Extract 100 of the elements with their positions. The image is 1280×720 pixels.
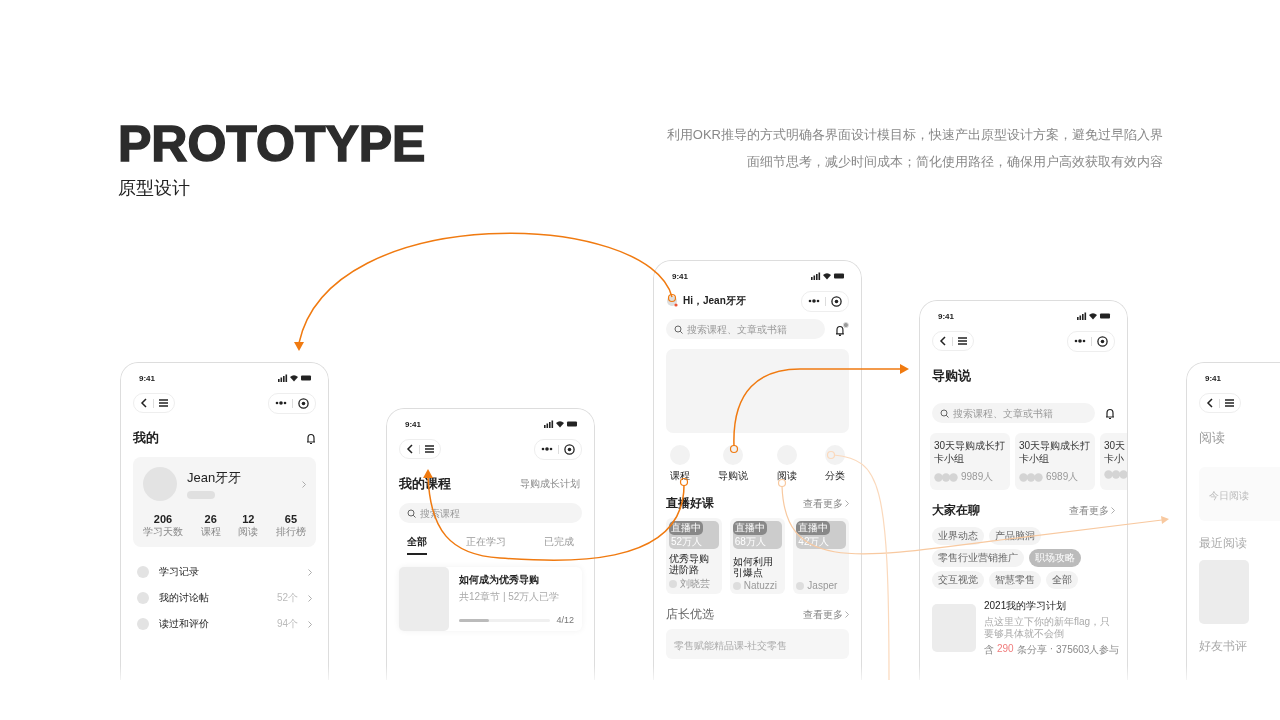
- menu-icon[interactable]: [159, 399, 168, 407]
- stat-label: 课程: [200, 525, 221, 539]
- search-icon: [940, 408, 949, 418]
- stat-value: 65: [284, 513, 298, 525]
- category-item[interactable]: 导购说: [718, 445, 749, 483]
- share-count: 290: [997, 643, 1014, 656]
- status-icons: [544, 420, 578, 428]
- stat-label: 阅读: [238, 525, 259, 539]
- close-icon[interactable]: [831, 295, 842, 307]
- share-label: 含: [984, 643, 994, 657]
- topic-tag[interactable]: 零售行业营销推广: [932, 549, 1024, 567]
- topic-tag[interactable]: 业界动态: [932, 527, 984, 545]
- screen-title: 导购说: [932, 367, 971, 385]
- back-icon[interactable]: [406, 444, 414, 454]
- group-card[interactable]: 30天导购成长打 卡小组 6989人: [1015, 433, 1095, 490]
- section-title: 大家在聊: [932, 502, 980, 519]
- description-line: 面细节思考，减少时间成本；简化使用路径，确保用户高效获取有效内容: [746, 153, 1163, 171]
- see-more-link[interactable]: 查看更多: [803, 496, 843, 511]
- search-icon: [407, 508, 416, 518]
- participant-count: 375603人参与: [1056, 643, 1120, 657]
- group-card[interactable]: 30天导购成长打 卡小组 9989人: [930, 433, 1010, 490]
- author-avatar: [796, 581, 805, 590]
- course-title: 如何成为优秀导购: [459, 573, 540, 587]
- bell-icon[interactable]: [835, 322, 849, 336]
- status-time: 9:41: [672, 271, 688, 281]
- menu-icon[interactable]: [425, 445, 434, 453]
- menu-icon-placeholder: [137, 566, 149, 578]
- user-name: Jean牙牙: [187, 469, 243, 487]
- share-label: 条分享: [1016, 643, 1047, 657]
- menu-icon[interactable]: [1225, 399, 1234, 407]
- search-field[interactable]: 搜索课程、文章或书籍: [666, 319, 826, 339]
- more-icon[interactable]: [275, 401, 287, 405]
- stat-label: 学习天数: [143, 525, 183, 539]
- menu-item[interactable]: 学习记录: [137, 565, 312, 579]
- menu-label: 读过和评价: [159, 617, 210, 631]
- status-icons: [278, 374, 312, 382]
- course-meta: 共12章节 | 52万人已学: [459, 590, 561, 604]
- stat-value: 26: [204, 513, 217, 525]
- description-line: 利用OKR推导的方式明确各界面设计模目标，快速产出原型设计方案，避免过早陷入界: [666, 126, 1163, 144]
- back-icon[interactable]: [1206, 398, 1214, 408]
- close-icon[interactable]: [1097, 335, 1108, 347]
- chevron-icon: [845, 500, 849, 507]
- chevron-icon: [302, 480, 306, 488]
- live-course-title: 如何利用引爆点: [732, 556, 774, 578]
- status-time: 9:41: [405, 419, 421, 429]
- member-count: 9989人: [961, 470, 994, 484]
- more-icon[interactable]: [1074, 339, 1086, 343]
- topic-tag[interactable]: 智慧零售: [989, 571, 1041, 589]
- more-icon[interactable]: [541, 447, 553, 451]
- menu-label: 我的讨论帖: [159, 591, 210, 605]
- topic-tag[interactable]: 交互视觉: [932, 571, 984, 589]
- status-time: 9:41: [1205, 373, 1221, 383]
- section-title: 好友书评: [1199, 638, 1248, 655]
- bell-icon[interactable]: [1105, 407, 1115, 419]
- close-icon[interactable]: [564, 443, 575, 455]
- close-icon[interactable]: [298, 397, 309, 409]
- bell-icon[interactable]: [306, 432, 316, 444]
- group-title: 30天导购成长打 卡小组: [934, 439, 1007, 465]
- screen-title: 阅读: [1199, 429, 1225, 447]
- avatar-icon[interactable]: [666, 295, 678, 307]
- chevron-icon: [308, 620, 312, 628]
- topic-tag[interactable]: 产品脑洞: [989, 527, 1041, 545]
- chevron-icon: [845, 611, 849, 618]
- chevron-icon: [1111, 507, 1115, 514]
- status-time: 9:41: [938, 311, 954, 321]
- see-more-link[interactable]: 查看更多: [803, 607, 843, 622]
- course-card[interactable]: 如何成为优秀导购 共12章节 | 52万人已学 4/12: [399, 567, 582, 631]
- chevron-icon: [308, 594, 312, 602]
- post-title: 2021我的学习计划: [984, 599, 1068, 613]
- profile-card[interactable]: Jean牙牙 206 学习天数 26 课程 12 阅读 65 排行榜: [133, 457, 316, 547]
- member-avatars-icon: [934, 472, 958, 482]
- topic-tag[interactable]: 全部: [1046, 571, 1078, 589]
- back-icon[interactable]: [140, 398, 148, 408]
- post-text: 点这里立下你的新年flag，只要够具体就不会倒: [984, 616, 1112, 640]
- menu-icon[interactable]: [958, 337, 967, 345]
- page-title: PROTOTYPE: [118, 118, 426, 170]
- growth-plan-link[interactable]: 导购成长计划: [520, 477, 580, 491]
- group-card[interactable]: 30天 卡小: [1100, 433, 1127, 490]
- status-icons: [1077, 312, 1111, 320]
- section-title: 店长优选: [666, 606, 714, 623]
- stat-value: 206: [153, 513, 173, 525]
- see-more-link[interactable]: 查看更多: [1069, 503, 1109, 518]
- tab[interactable]: 全部: [407, 535, 427, 555]
- group-title: 30天 卡小: [1104, 439, 1127, 465]
- member-count: 6989人: [1046, 470, 1079, 484]
- menu-label: 学习记录: [159, 565, 200, 579]
- author-name: Jasper: [807, 580, 838, 591]
- more-icon[interactable]: [808, 299, 820, 303]
- search-field[interactable]: 搜索课程、文章或书籍: [932, 403, 1095, 423]
- menu-icon-placeholder: [137, 618, 149, 630]
- status-time: 9:41: [139, 373, 155, 383]
- author-avatar: [669, 580, 677, 588]
- progress-reading: 4/12: [556, 615, 574, 625]
- chevron-icon: [308, 568, 312, 576]
- greeting: Hi，Jean牙牙: [683, 294, 746, 308]
- screen-title: 我的: [133, 429, 159, 447]
- back-icon[interactable]: [939, 336, 947, 346]
- page-subtitle: 原型设计: [118, 177, 191, 200]
- stat-label: 排行榜: [275, 525, 306, 539]
- author-name: 刘晓芸: [680, 577, 710, 591]
